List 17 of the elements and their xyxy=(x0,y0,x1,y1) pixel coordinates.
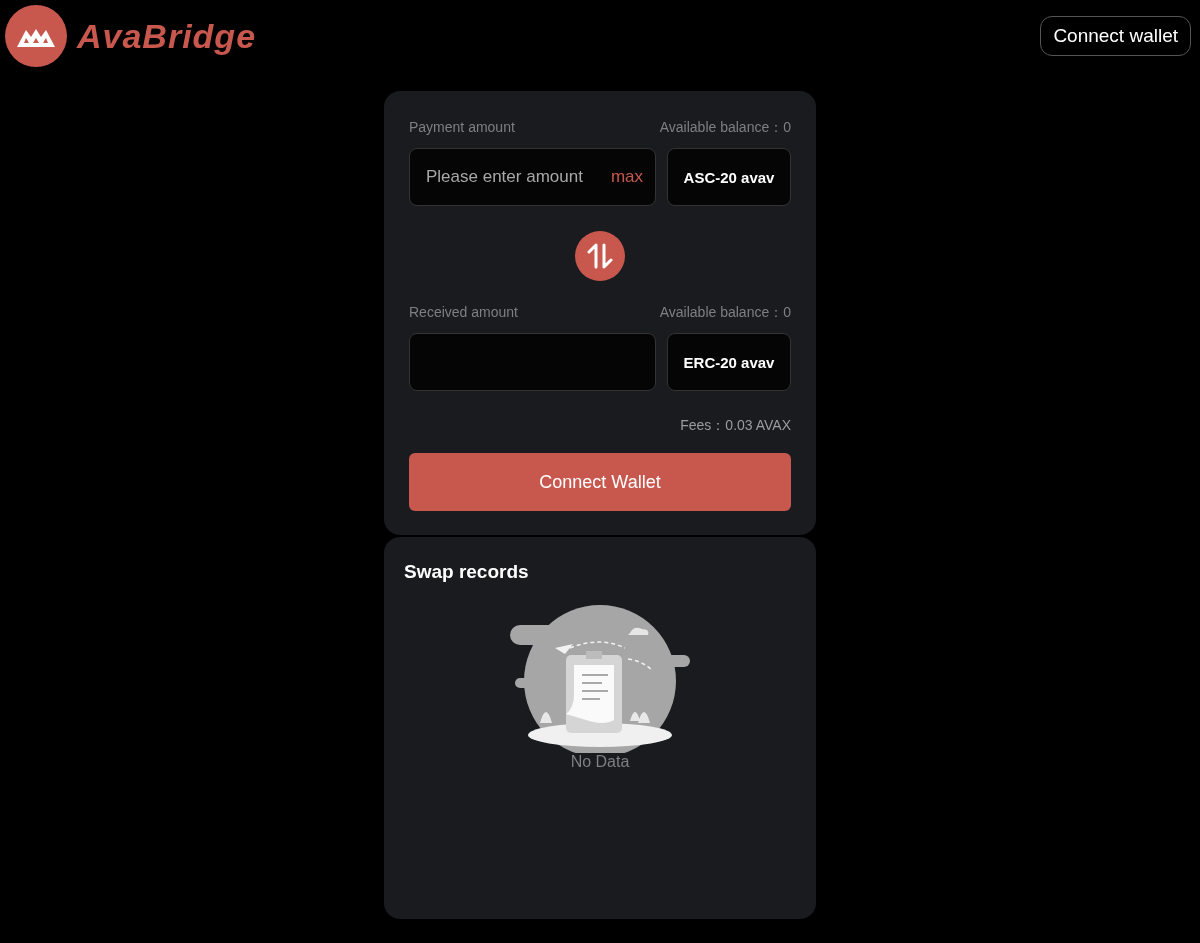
amount-field[interactable]: Please enter amount max xyxy=(409,148,656,206)
connect-wallet-button[interactable]: Connect wallet xyxy=(1040,16,1191,56)
balance-text: Available balance：0 xyxy=(659,304,791,322)
connect-wallet-button[interactable]: Connect Wallet xyxy=(409,453,791,511)
fees-text: Fees：0.03 AVAX xyxy=(680,417,791,435)
swap-direction-button[interactable] xyxy=(575,231,625,281)
field-label: Received amount xyxy=(409,304,518,322)
section-title: Swap records xyxy=(404,561,530,583)
logo-icon xyxy=(5,5,67,67)
token-button[interactable]: ASC-20 avav xyxy=(667,148,791,206)
max-link[interactable]: max xyxy=(610,167,643,187)
balance-text: Available balance：0 xyxy=(659,119,791,137)
empty-state-text: No Data xyxy=(570,753,630,771)
brand-name: AvaBridge xyxy=(77,16,257,56)
amount-field[interactable] xyxy=(409,333,656,391)
field-label: Payment amount xyxy=(409,119,515,137)
token-button[interactable]: ERC-20 avav xyxy=(667,333,791,391)
